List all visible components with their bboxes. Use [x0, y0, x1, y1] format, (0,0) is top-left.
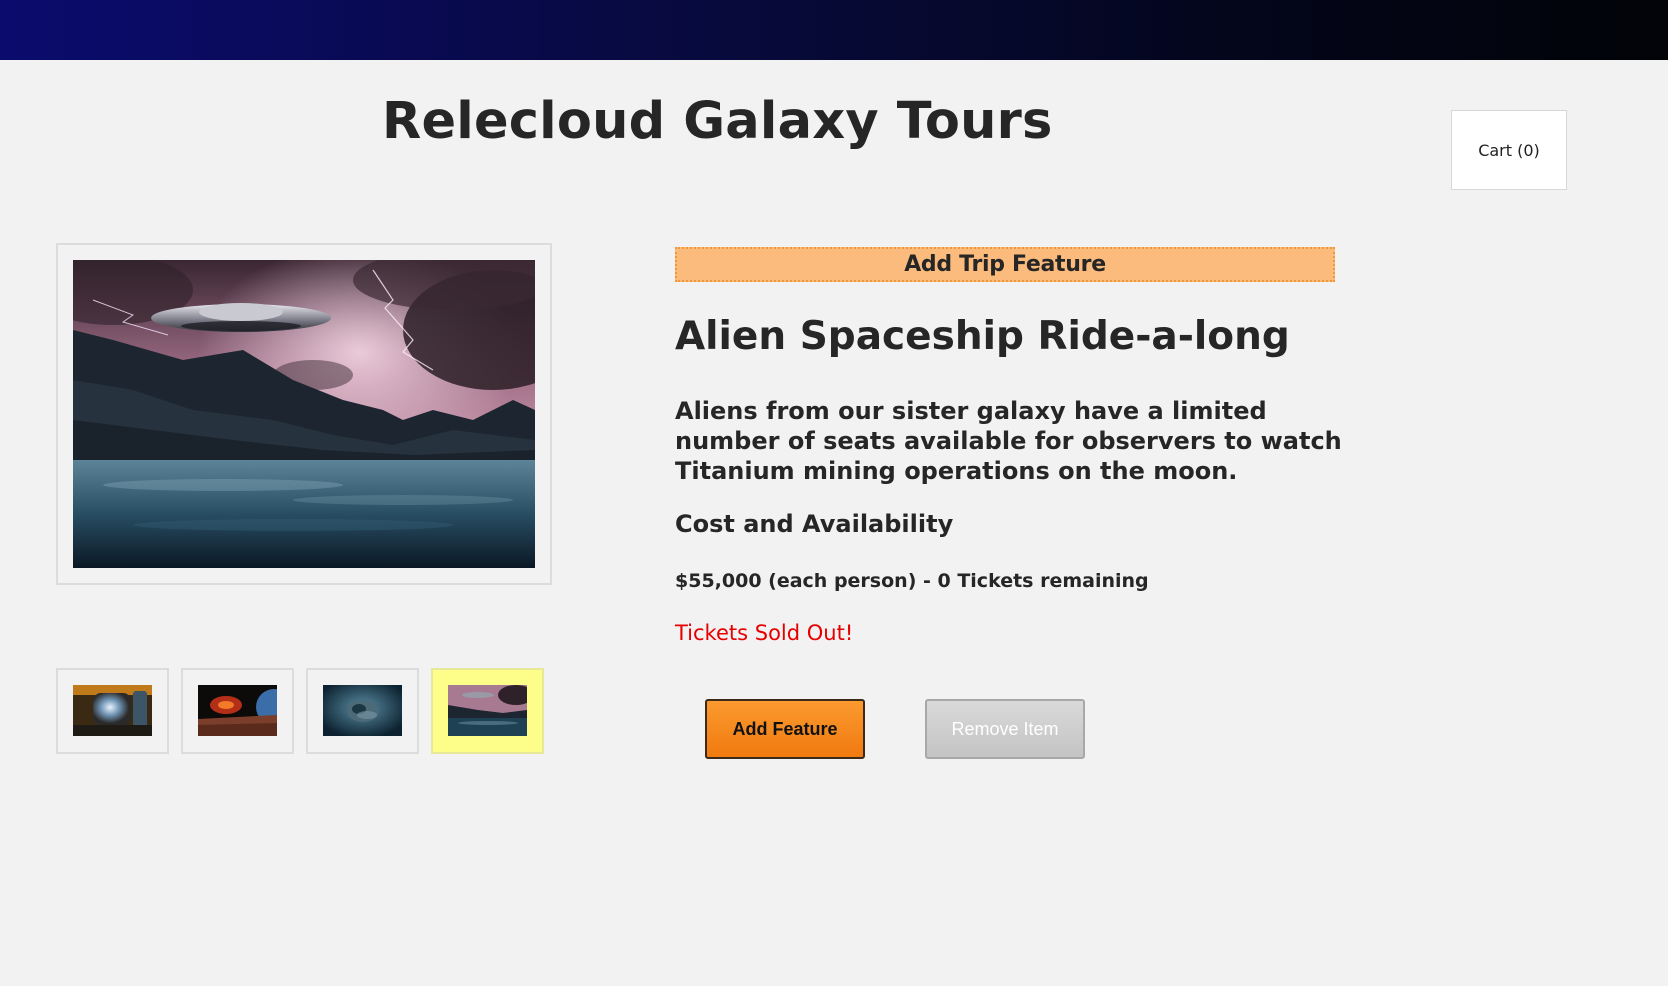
- top-banner: [0, 0, 1668, 60]
- cost-heading: Cost and Availability: [675, 510, 954, 538]
- site-title: Relecloud Galaxy Tours: [382, 92, 1053, 151]
- feature-title: Alien Spaceship Ride-a-long: [675, 314, 1290, 359]
- planet-surface-image: [198, 685, 277, 736]
- main-image-frame: [56, 243, 552, 585]
- thumbnail-1[interactable]: [56, 668, 169, 754]
- cart-button[interactable]: Cart (0): [1451, 110, 1567, 190]
- spaceship-window-image: [73, 685, 152, 736]
- price-availability: $55,000 (each person) - 0 Tickets remain…: [675, 570, 1149, 592]
- thumbnail-2[interactable]: [181, 668, 294, 754]
- remove-item-button[interactable]: Remove Item: [925, 699, 1085, 759]
- ufo-over-lake-image: [73, 260, 535, 568]
- underwater-spacecraft-image: [323, 685, 402, 736]
- add-feature-button[interactable]: Add Feature: [705, 699, 865, 759]
- thumbnail-4-selected[interactable]: [431, 668, 544, 754]
- feature-description: Aliens from our sister galaxy have a lim…: [675, 397, 1342, 485]
- ufo-over-lake-image: [448, 685, 527, 736]
- add-trip-feature-banner: Add Trip Feature: [675, 247, 1335, 282]
- thumbnail-3[interactable]: [306, 668, 419, 754]
- sold-out-status: Tickets Sold Out!: [675, 621, 854, 645]
